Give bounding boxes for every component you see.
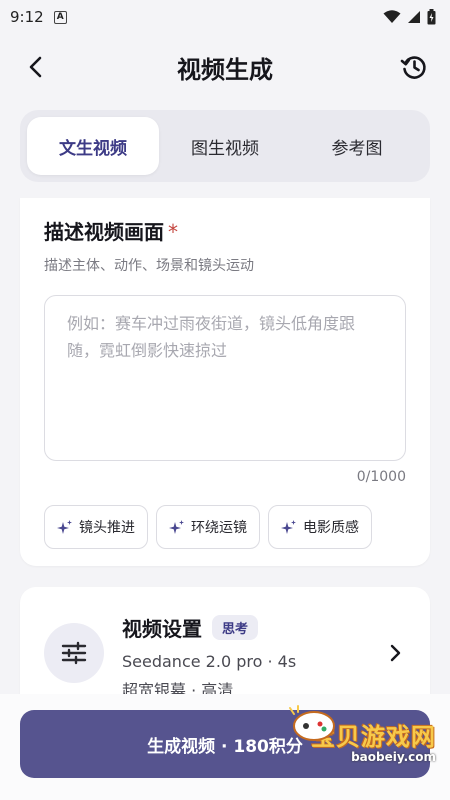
wifi-icon xyxy=(383,10,401,23)
bottom-action-bar: 生成视频 · 180积分 宝贝游戏网 baobeiy.com xyxy=(0,694,450,800)
notification-icon: A xyxy=(53,10,67,24)
description-title: 描述视频画面 * xyxy=(44,216,406,245)
gamepad-mascot-icon xyxy=(289,705,335,741)
suggestion-chips: 镜头推进 环绕运镜 电影质感 xyxy=(44,505,406,549)
description-input[interactable]: 例如：赛车冲过雨夜街道，镜头低角度跟随，霓虹倒影快速掠过 xyxy=(44,295,406,461)
watermark-url: baobeiy.com xyxy=(351,749,436,764)
history-icon xyxy=(400,56,426,79)
settings-title-row: 视频设置 思考 xyxy=(122,613,296,642)
app-header: 视频生成 xyxy=(0,38,450,96)
battery-icon xyxy=(427,9,436,25)
back-button[interactable] xyxy=(20,51,52,83)
settings-icon-circle xyxy=(44,623,104,683)
status-indicators xyxy=(383,9,436,25)
sparkle-icon xyxy=(57,520,72,534)
chip-orbit-camera[interactable]: 环绕运镜 xyxy=(156,505,260,549)
chip-cinematic[interactable]: 电影质感 xyxy=(268,505,372,549)
page-title: 视频生成 xyxy=(177,55,273,84)
tab-reference-image[interactable]: 参考图 xyxy=(291,117,423,175)
sparkle-icon xyxy=(169,520,184,534)
description-card: 描述视频画面 * 描述主体、动作、场景和镜头运动 例如：赛车冲过雨夜街道，镜头低角… xyxy=(20,198,430,566)
description-title-text: 描述视频画面 xyxy=(44,220,164,244)
chevron-right-icon xyxy=(390,644,401,662)
tab-text-to-video[interactable]: 文生视频 xyxy=(27,117,159,175)
thinking-badge: 思考 xyxy=(212,615,259,640)
signal-icon xyxy=(408,11,420,23)
status-bar: 9:12 A xyxy=(0,0,450,34)
sliders-icon xyxy=(61,641,87,665)
chevron-left-icon xyxy=(29,56,42,78)
description-subtitle: 描述主体、动作、场景和镜头运动 xyxy=(44,258,254,274)
tab-image-to-video[interactable]: 图生视频 xyxy=(159,117,291,175)
mode-tabs: 文生视频 图生视频 参考图 xyxy=(20,110,430,182)
settings-title: 视频设置 xyxy=(122,617,202,641)
chip-label: 环绕运镜 xyxy=(191,520,247,536)
required-mark: * xyxy=(168,220,178,244)
history-button[interactable] xyxy=(398,51,430,83)
chip-label: 电影质感 xyxy=(303,520,359,536)
status-time: 9:12 xyxy=(10,8,44,26)
sparkle-icon xyxy=(281,520,296,534)
chip-label: 镜头推进 xyxy=(79,520,135,536)
settings-model: Seedance 2.0 pro · 4s xyxy=(122,652,297,671)
settings-text: 视频设置 思考 Seedance 2.0 pro · 4s 超宽银幕 · 高清 xyxy=(122,613,296,701)
char-counter: 0/1000 xyxy=(356,469,406,485)
chip-camera-push[interactable]: 镜头推进 xyxy=(44,505,148,549)
watermark: 宝贝游戏网 baobeiy.com xyxy=(286,704,436,776)
